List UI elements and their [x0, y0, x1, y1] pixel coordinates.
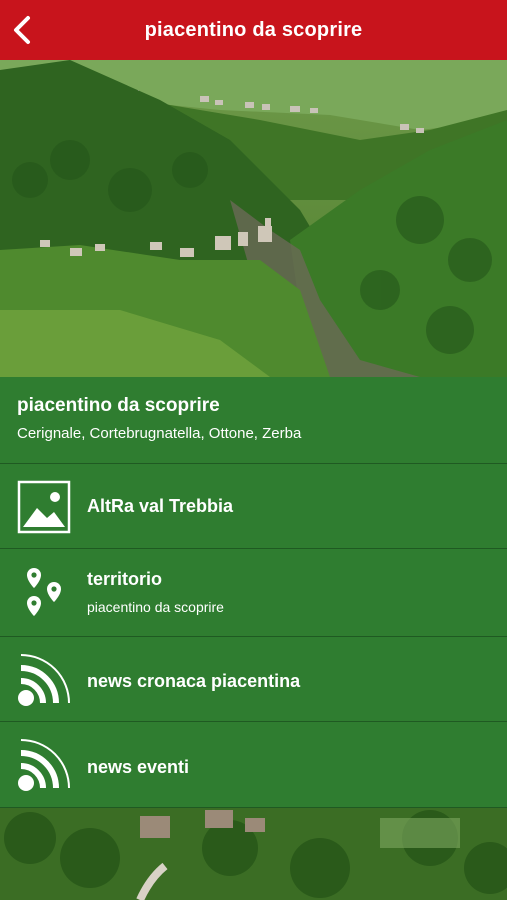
- menu-item-label: AltRa val Trebbia: [87, 496, 234, 516]
- menu-item-sublabel: piacentino da scoprire: [87, 599, 224, 615]
- info-title: piacentino da scoprire: [17, 395, 220, 416]
- app-header: piacentino da scoprire: [0, 0, 507, 60]
- background-landscape-image: [0, 808, 507, 900]
- rss-icon: [17, 653, 71, 707]
- menu-item-altra-val-trebbia[interactable]: AltRa val Trebbia: [0, 464, 507, 549]
- menu-item-label: news cronaca piacentina: [87, 671, 301, 691]
- menu-item-label: territorio: [87, 569, 163, 589]
- menu-item-territorio[interactable]: territorio piacentino da scoprire: [0, 549, 507, 637]
- hero-landscape-image: [0, 60, 507, 377]
- menu-item-label: news eventi: [87, 757, 190, 777]
- back-button[interactable]: [8, 13, 36, 47]
- main-menu: piacentino da scoprire Cerignale, Corteb…: [0, 377, 507, 808]
- info-subtitle: Cerignale, Cortebrugnatella, Ottone, Zer…: [17, 425, 302, 442]
- menu-item-news-eventi[interactable]: news eventi: [0, 722, 507, 808]
- info-block: piacentino da scoprire Cerignale, Corteb…: [0, 377, 507, 464]
- page-title: piacentino da scoprire: [144, 18, 363, 41]
- rss-icon: [17, 738, 71, 792]
- menu-item-news-cronaca-piacentina[interactable]: news cronaca piacentina: [0, 637, 507, 722]
- map-pins-icon: [17, 566, 71, 620]
- image-icon: [17, 480, 71, 534]
- chevron-left-icon: [14, 16, 30, 44]
